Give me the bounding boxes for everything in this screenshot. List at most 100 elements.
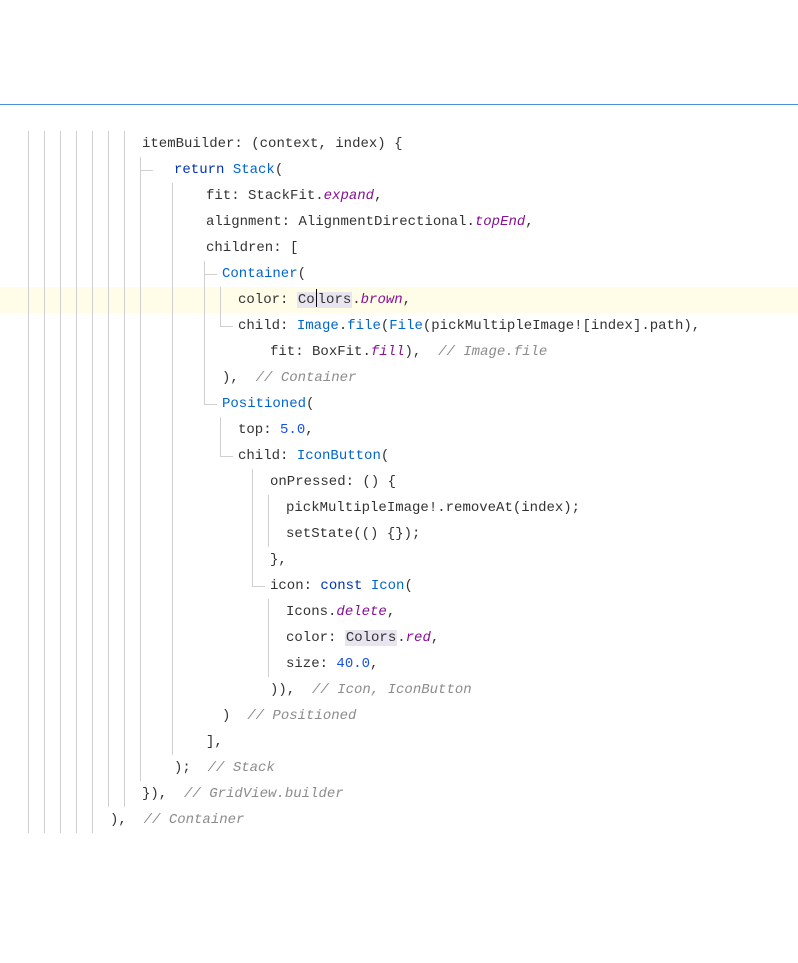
- code-content[interactable]: ), // Container: [108, 807, 244, 833]
- token-punc: (: [404, 578, 412, 594]
- gutter: [0, 365, 28, 391]
- code-editor[interactable]: itemBuilder: (context, index) {return St…: [0, 131, 798, 833]
- code-content[interactable]: fit: StackFit.expand,: [204, 183, 382, 209]
- code-content[interactable]: fit: BoxFit.fill), // Image.file: [268, 339, 547, 365]
- token-type: Image: [297, 318, 339, 334]
- code-line[interactable]: Positioned(: [0, 391, 798, 417]
- code-content[interactable]: )), // Icon, IconButton: [268, 677, 472, 703]
- gutter: [0, 443, 28, 469]
- code-content[interactable]: itemBuilder: (context, index) {: [140, 131, 403, 157]
- token-member: topEnd: [475, 214, 525, 230]
- code-content[interactable]: child: Image.file(File(pickMultipleImage…: [236, 313, 700, 339]
- indent-guides: [28, 131, 140, 157]
- code-content[interactable]: },: [268, 547, 287, 573]
- code-content[interactable]: alignment: AlignmentDirectional.topEnd,: [204, 209, 534, 235]
- token-punc: :: [263, 422, 280, 438]
- token-prop-italic: red: [406, 630, 431, 646]
- code-line[interactable]: ) // Positioned: [0, 703, 798, 729]
- token-comment: // Icon, IconButton: [312, 682, 472, 698]
- code-line[interactable]: fit: BoxFit.fill), // Image.file: [0, 339, 798, 365]
- token-punc: .: [352, 292, 360, 308]
- code-line[interactable]: ), // Container: [0, 365, 798, 391]
- code-line[interactable]: size: 40.0,: [0, 651, 798, 677]
- code-line[interactable]: return Stack(: [0, 157, 798, 183]
- code-content[interactable]: icon: const Icon(: [268, 573, 413, 599]
- code-content[interactable]: }), // GridView.builder: [140, 781, 344, 807]
- code-content[interactable]: ],: [204, 729, 223, 755]
- code-line[interactable]: ), // Container: [0, 807, 798, 833]
- code-content[interactable]: color: Colors.brown,: [236, 287, 411, 313]
- code-line[interactable]: color: Colors.red,: [0, 625, 798, 651]
- token-prop-italic: brown: [361, 292, 403, 308]
- code-content[interactable]: size: 40.0,: [284, 651, 378, 677]
- code-line[interactable]: setState(() {});: [0, 521, 798, 547]
- indent-guides: [28, 235, 204, 261]
- code-content[interactable]: ); // Stack: [172, 755, 275, 781]
- code-line[interactable]: alignment: AlignmentDirectional.topEnd,: [0, 209, 798, 235]
- indent-guides: [28, 339, 268, 365]
- token-member: expand: [324, 188, 374, 204]
- token-member: fill: [371, 344, 405, 360]
- token-ident: icon: [270, 578, 304, 594]
- code-line[interactable]: },: [0, 547, 798, 573]
- token-ident: color: [238, 292, 280, 308]
- token-comment: // Positioned: [247, 708, 356, 724]
- code-line[interactable]: child: Image.file(File(pickMultipleImage…: [0, 313, 798, 339]
- gutter: [0, 157, 28, 183]
- token-punc: )),: [270, 682, 312, 698]
- code-content[interactable]: return Stack(: [172, 157, 283, 183]
- indent-guides: [28, 391, 220, 417]
- code-line[interactable]: Container(: [0, 261, 798, 287]
- code-line[interactable]: ],: [0, 729, 798, 755]
- code-line[interactable]: ); // Stack: [0, 755, 798, 781]
- indent-guides: [28, 677, 268, 703]
- code-line[interactable]: itemBuilder: (context, index) {: [0, 131, 798, 157]
- code-content[interactable]: Icons.delete,: [284, 599, 395, 625]
- code-line[interactable]: icon: const Icon(: [0, 573, 798, 599]
- code-content[interactable]: child: IconButton(: [236, 443, 389, 469]
- code-line[interactable]: onPressed: () {: [0, 469, 798, 495]
- token-ident: size: [286, 656, 320, 672]
- code-content[interactable]: onPressed: () {: [268, 469, 396, 495]
- token-punc: ),: [683, 318, 700, 334]
- gutter: [0, 391, 28, 417]
- code-content[interactable]: top: 5.0,: [236, 417, 314, 443]
- token-punc: .: [315, 188, 323, 204]
- token-punc: ,: [374, 188, 382, 204]
- code-content[interactable]: ), // Container: [220, 365, 356, 391]
- code-line[interactable]: )), // Icon, IconButton: [0, 677, 798, 703]
- token-ident: child: [238, 318, 280, 334]
- code-content[interactable]: ) // Positioned: [220, 703, 356, 729]
- gutter: [0, 807, 28, 833]
- indent-guides: [28, 495, 284, 521]
- token-punc: !.: [429, 500, 446, 516]
- indent-guides: [28, 573, 268, 599]
- indent-guides: [28, 651, 284, 677]
- code-content[interactable]: setState(() {});: [284, 521, 420, 547]
- token-type: IconButton: [297, 448, 381, 464]
- code-content[interactable]: Container(: [220, 261, 306, 287]
- token-punc: ].: [633, 318, 650, 334]
- code-line[interactable]: children: [: [0, 235, 798, 261]
- token-ident: pickMultipleImage: [286, 500, 429, 516]
- code-line[interactable]: child: IconButton(: [0, 443, 798, 469]
- code-line[interactable]: Icons.delete,: [0, 599, 798, 625]
- code-content[interactable]: children: [: [204, 235, 298, 261]
- token-ident: BoxFit: [312, 344, 362, 360]
- code-line[interactable]: pickMultipleImage!.removeAt(index);: [0, 495, 798, 521]
- token-punc: :: [328, 630, 345, 646]
- token-punc: :: [280, 318, 297, 334]
- gutter: [0, 495, 28, 521]
- token-punc: },: [270, 552, 287, 568]
- indent-guides: [28, 807, 108, 833]
- code-line[interactable]: fit: StackFit.expand,: [0, 183, 798, 209]
- token-kw: const: [320, 578, 362, 594]
- code-line[interactable]: }), // GridView.builder: [0, 781, 798, 807]
- code-content[interactable]: Positioned(: [220, 391, 314, 417]
- token-ident: children: [206, 240, 273, 256]
- token-punc: (: [513, 500, 521, 516]
- code-content[interactable]: pickMultipleImage!.removeAt(index);: [284, 495, 580, 521]
- code-line[interactable]: color: Colors.brown,: [0, 287, 798, 313]
- code-content[interactable]: color: Colors.red,: [284, 625, 439, 651]
- code-line[interactable]: top: 5.0,: [0, 417, 798, 443]
